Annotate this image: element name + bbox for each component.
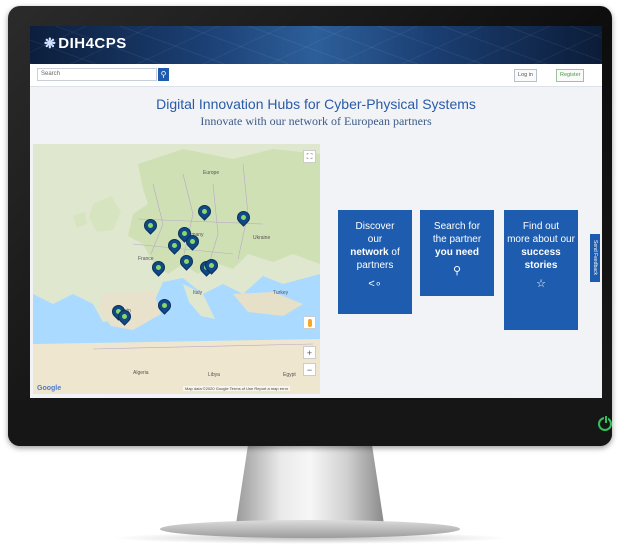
- star-icon: ☆: [536, 278, 546, 290]
- page-subtitle: Innovate with our network of European pa…: [200, 114, 432, 128]
- map-footer[interactable]: Map data ©2020 Google Terms of Use Repor…: [183, 386, 291, 391]
- svg-text:Turkey: Turkey: [273, 290, 289, 296]
- feedback-tab[interactable]: Send Feedback: [590, 234, 600, 282]
- svg-text:Italy: Italy: [193, 290, 203, 296]
- map-land: Europe Ukraine Spain Italy Algeria Libya…: [33, 144, 320, 394]
- navbar: Search ⚲ Log in Register: [30, 64, 602, 87]
- zoom-out-button[interactable]: −: [303, 363, 316, 376]
- search-icon: ⚲: [452, 265, 462, 277]
- logo-swirl-icon: ❋: [44, 35, 57, 51]
- zoom-in-button[interactable]: +: [303, 346, 316, 359]
- search-icon: ⚲: [160, 70, 167, 79]
- svg-text:Ukraine: Ukraine: [253, 235, 270, 241]
- share-icon: <∘: [368, 278, 382, 290]
- google-logo: Google: [37, 385, 62, 392]
- logo-text: DIH4CPS: [58, 35, 127, 52]
- monitor-chin: [8, 400, 612, 446]
- svg-text:Egypt: Egypt: [283, 372, 296, 378]
- power-icon[interactable]: [598, 415, 612, 431]
- svg-text:Libya: Libya: [208, 372, 220, 378]
- login-button[interactable]: Log in: [514, 69, 537, 82]
- site-logo[interactable]: ❋ DIH4CPS: [44, 35, 127, 52]
- header-banner: ❋ DIH4CPS: [30, 26, 602, 64]
- search-button[interactable]: ⚲: [158, 68, 169, 81]
- search-partner-card[interactable]: Search for the partner you need ⚲: [420, 210, 494, 296]
- monitor-stand-neck: [236, 446, 384, 524]
- screen: ❋ DIH4CPS Search ⚲ Log in Register Digit…: [30, 26, 602, 398]
- discover-network-card[interactable]: Discover our network of partners <∘: [338, 210, 412, 314]
- success-stories-card[interactable]: Find out more about our success stories …: [504, 210, 578, 330]
- search-input[interactable]: Search: [37, 68, 157, 81]
- svg-text:Algeria: Algeria: [133, 370, 149, 376]
- street-view-pegman-icon[interactable]: [303, 316, 316, 329]
- svg-text:France: France: [138, 256, 154, 262]
- page-title: Digital Innovation Hubs for Cyber-Physic…: [156, 96, 476, 112]
- svg-text:Europe: Europe: [203, 170, 219, 176]
- fullscreen-button[interactable]: ⛶: [303, 150, 316, 163]
- monitor-stand-base: [160, 520, 460, 538]
- partner-map[interactable]: Europe Ukraine Spain Italy Algeria Libya…: [33, 144, 320, 394]
- register-button[interactable]: Register: [556, 69, 585, 82]
